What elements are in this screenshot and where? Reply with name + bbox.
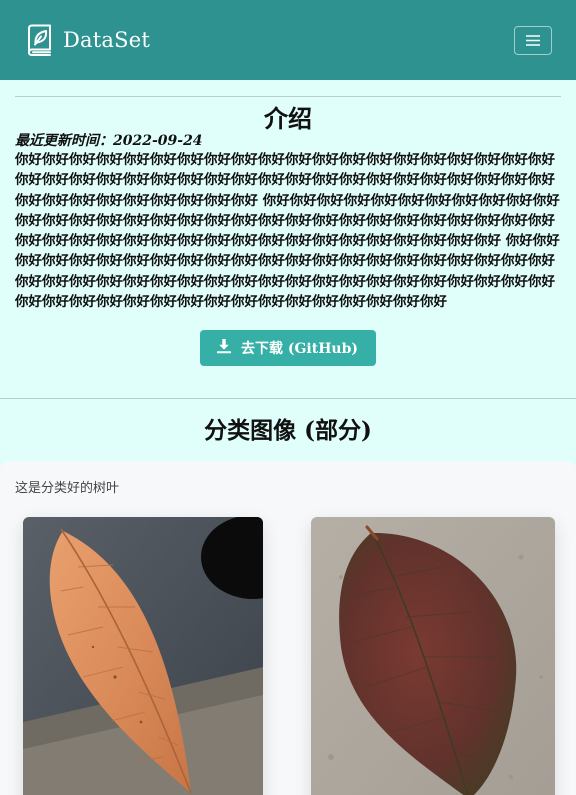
book-leaf-icon xyxy=(25,24,52,56)
leaf-photo-red[interactable] xyxy=(311,517,555,795)
navbar: DataSet xyxy=(0,0,576,80)
last-updated-text: 最近更新时间：2022-09-24 xyxy=(15,133,203,149)
intro-section: 介绍 最近更新时间：2022-09-24 你好你好你好你好你好你好你好你好你好你… xyxy=(0,96,576,367)
brand-name: DataSet xyxy=(63,28,150,52)
intro-body-text: 你好你好你好你好你好你好你好你好你好你好你好你好你好你好你好你好你好你好你好你好… xyxy=(15,152,560,311)
leaf-photo-orange[interactable] xyxy=(23,517,263,795)
hamburger-icon xyxy=(526,31,540,50)
intro-title: 介绍 xyxy=(264,104,312,133)
download-github-button[interactable]: 去下载 (GitHub) xyxy=(199,330,377,367)
brand-link[interactable]: DataSet xyxy=(25,24,150,56)
gallery-card-description: 这是分类好的树叶 xyxy=(15,481,120,497)
section-divider xyxy=(0,398,576,400)
download-icon xyxy=(216,338,232,358)
download-button-label: 去下载 (GitHub) xyxy=(240,341,359,358)
gallery-section: 分类图像 (部分) 这是分类好的树叶 xyxy=(0,415,576,795)
intro-divider xyxy=(15,96,561,97)
gallery-card: 这是分类好的树叶 xyxy=(0,461,576,795)
gallery-title: 分类图像 (部分) xyxy=(204,417,372,445)
menu-toggle-button[interactable] xyxy=(514,25,552,55)
